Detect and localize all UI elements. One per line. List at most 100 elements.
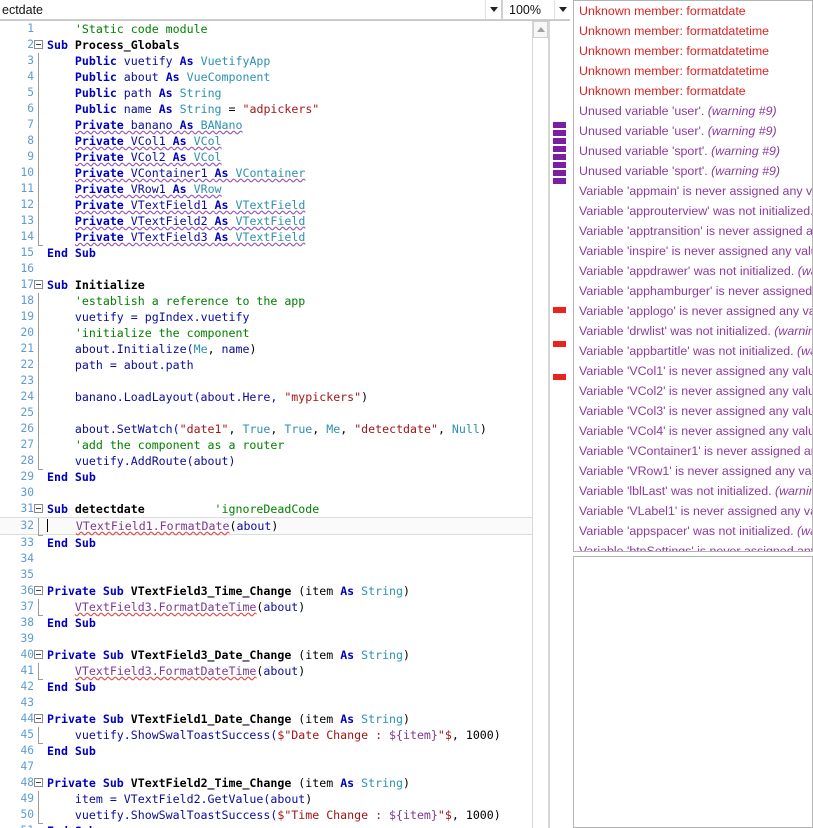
warning-marker[interactable] — [553, 138, 566, 144]
warning-row[interactable]: Variable 'btnSettings' is never assigned… — [574, 541, 812, 551]
warning-row[interactable]: Variable 'apptransition' is never assign… — [574, 221, 812, 241]
code-text[interactable]: vuetify.ShowSwalToastSuccess($"Time Chan… — [47, 807, 532, 823]
code-line[interactable]: 30 — [0, 485, 532, 501]
code-line[interactable]: 48 Private Sub VTextField2_Time_Change (i… — [0, 775, 532, 791]
breakpoint-gutter[interactable] — [0, 695, 8, 711]
code-line[interactable]: 31 Sub detectdate 'ignoreDeadCode — [0, 501, 532, 518]
output-panel[interactable] — [573, 556, 813, 828]
code-line[interactable]: 36 Private Sub VTextField3_Time_Change (i… — [0, 583, 532, 599]
code-line[interactable]: 8 Private VCol1 As VCol — [0, 133, 532, 149]
breakpoint-gutter[interactable] — [0, 309, 8, 325]
warning-row[interactable]: Variable 'appmain' is never assigned any… — [574, 181, 812, 201]
breakpoint-gutter[interactable] — [0, 245, 8, 261]
breakpoint-gutter[interactable] — [0, 133, 8, 149]
code-text[interactable] — [47, 485, 532, 501]
warning-marker[interactable] — [553, 146, 566, 152]
error-row[interactable]: Unknown member: formatdatetime — [574, 41, 812, 61]
code-line[interactable]: 5 Public path As String — [0, 85, 532, 101]
code-line[interactable]: 47 — [0, 759, 532, 775]
error-marker[interactable] — [553, 341, 566, 347]
breakpoint-gutter[interactable] — [0, 679, 8, 695]
collapse-box-icon[interactable] — [34, 504, 43, 513]
warning-row[interactable]: Variable 'VCol2' is never assigned any v… — [574, 381, 812, 401]
warning-row[interactable]: Unused variable 'sport'. (warning #9) — [574, 161, 812, 181]
breakpoint-gutter[interactable] — [0, 261, 8, 277]
warning-row[interactable]: Variable 'appdrawer' was not initialized… — [574, 261, 812, 281]
code-line[interactable]: 46 End Sub — [0, 735, 532, 759]
warning-row[interactable]: Variable 'appbartitle' was not initializ… — [574, 341, 812, 361]
code-line[interactable]: 39 — [0, 631, 532, 647]
fold-toggle-icon[interactable] — [34, 711, 47, 727]
warning-marker[interactable] — [553, 178, 566, 184]
code-line[interactable]: 15 End Sub — [0, 237, 532, 261]
code-text[interactable]: End Sub — [47, 615, 532, 631]
breakpoint-gutter[interactable] — [0, 37, 8, 53]
warning-row[interactable]: Variable 'lblLast' was not initialized. … — [574, 481, 812, 501]
breakpoint-gutter[interactable] — [0, 485, 8, 501]
breakpoint-gutter[interactable] — [0, 277, 8, 293]
code-text[interactable] — [47, 261, 532, 277]
warning-row[interactable]: Unused variable 'user'. (warning #9) — [574, 101, 812, 121]
warning-row[interactable]: Variable 'VContainer1' is never assigned… — [574, 441, 812, 461]
warning-row[interactable]: Variable 'VCol4' is never assigned any v… — [574, 421, 812, 441]
code-text[interactable]: about.Initialize(Me, name) — [47, 341, 532, 357]
warning-row[interactable]: Variable 'appspacer' was not initialized… — [574, 521, 812, 541]
code-text[interactable]: vuetify = pgIndex.vuetify — [47, 309, 532, 325]
code-line[interactable]: 50 vuetify.ShowSwalToastSuccess($"Time C… — [0, 807, 532, 823]
breakpoint-gutter[interactable] — [0, 535, 8, 552]
code-text[interactable]: 'Static code module — [47, 21, 532, 37]
code-line[interactable]: 29 End Sub — [0, 461, 532, 485]
code-text[interactable] — [47, 373, 532, 389]
breakpoint-gutter[interactable] — [0, 181, 8, 197]
code-text[interactable] — [47, 759, 532, 775]
breakpoint-gutter[interactable] — [0, 791, 8, 807]
code-line[interactable]: 24 banano.LoadLayout(about.Here, "mypick… — [0, 389, 532, 405]
code-text[interactable] — [47, 405, 532, 421]
code-line[interactable]: 26 about.SetWatch("date1", True, True, M… — [0, 421, 532, 437]
code-text[interactable]: Private banano As BANano — [47, 117, 532, 133]
code-line[interactable]: 45 vuetify.ShowSwalToastSuccess($"Date C… — [0, 727, 532, 743]
code-text[interactable]: Public about As VueComponent — [47, 69, 532, 85]
code-line[interactable]: 9 Private VCol2 As VCol — [0, 149, 532, 165]
code-line[interactable]: 51 End Sub — [0, 815, 532, 828]
breakpoint-gutter[interactable] — [0, 389, 8, 405]
code-text[interactable]: Private VCol2 As VCol — [47, 149, 532, 165]
fold-toggle-icon[interactable] — [34, 37, 47, 53]
code-line[interactable]: 2 Sub Process_Globals — [0, 37, 532, 53]
breakpoint-gutter[interactable] — [0, 807, 8, 823]
fold-toggle-icon[interactable] — [34, 277, 47, 293]
code-text[interactable]: End Sub — [47, 823, 532, 828]
breakpoint-gutter[interactable] — [0, 21, 8, 37]
code-text[interactable]: Private VTextField3 As VTextField — [47, 229, 532, 245]
code-line[interactable]: 10 Private VContainer1 As VContainer — [0, 165, 532, 181]
error-row[interactable]: Unknown member: formatdate — [574, 1, 812, 21]
breakpoint-gutter[interactable] — [0, 85, 8, 101]
code-text[interactable]: End Sub — [47, 469, 532, 485]
error-row[interactable]: Unknown member: formatdatetime — [574, 21, 812, 41]
code-line[interactable]: 35 — [0, 567, 532, 583]
warning-row[interactable]: Unused variable 'sport'. (warning #9) — [574, 141, 812, 161]
breakpoint-gutter[interactable] — [0, 213, 8, 229]
breakpoint-gutter[interactable] — [0, 117, 8, 133]
warning-marker[interactable] — [553, 130, 566, 136]
breakpoint-gutter[interactable] — [0, 53, 8, 69]
code-line[interactable]: 23 — [0, 373, 532, 389]
scroll-up-arrow-icon[interactable] — [533, 21, 548, 38]
code-line[interactable]: 1 'Static code module — [0, 21, 532, 37]
breakpoint-gutter[interactable] — [0, 149, 8, 165]
chevron-down-icon[interactable] — [554, 0, 570, 19]
code-text[interactable]: Private VContainer1 As VContainer — [47, 165, 532, 181]
breakpoint-gutter[interactable] — [0, 615, 8, 631]
warning-row[interactable]: Variable 'VCol1' is never assigned any v… — [574, 361, 812, 381]
code-line[interactable]: 32 VTextField1.FormatDate(about) — [0, 517, 532, 535]
fold-toggle-icon[interactable] — [34, 647, 47, 663]
code-line[interactable]: 38 End Sub — [0, 607, 532, 631]
editor-vertical-scrollbar[interactable] — [532, 21, 549, 828]
code-text[interactable]: Public path As String — [47, 85, 532, 101]
code-text[interactable]: about.SetWatch("date1", True, True, Me, … — [47, 421, 532, 437]
breakpoint-gutter[interactable] — [0, 551, 8, 567]
warning-marker[interactable] — [553, 122, 566, 128]
code-line[interactable]: 6 Public name As String = "adpickers" — [0, 101, 532, 117]
code-text[interactable]: 'initialize the component — [47, 325, 532, 341]
warning-row[interactable]: Variable 'apphamburger' is never assigne… — [574, 281, 812, 301]
